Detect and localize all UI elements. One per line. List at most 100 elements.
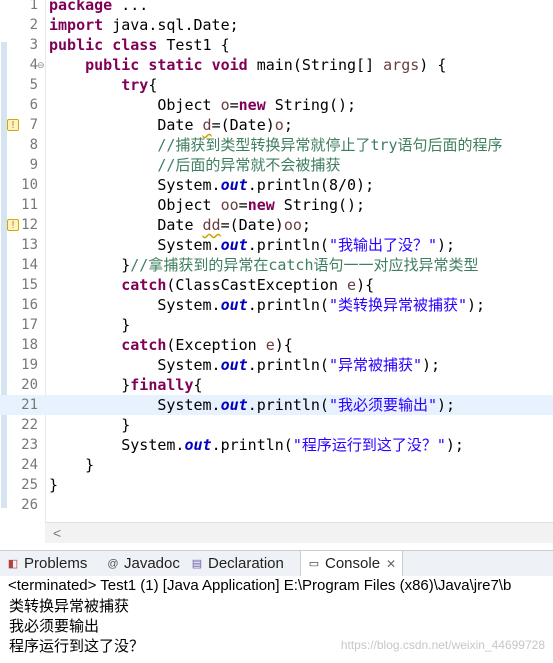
code-text: //后面的异常就不会被捕获: [157, 156, 341, 174]
code-text: package ...: [49, 0, 149, 14]
code-editor[interactable]: 1 package ... 2 import java.sql.Date; 3 publi…: [0, 0, 553, 522]
code-line[interactable]: 13 System.out.println("我输出了没？");: [0, 235, 553, 255]
line-number: 15: [21, 277, 38, 293]
warning-marker-icon[interactable]: !: [7, 219, 19, 231]
code-line[interactable]: 9 //后面的异常就不会被捕获: [0, 155, 553, 175]
line-number: 14: [21, 257, 38, 273]
javadoc-icon: @: [107, 557, 119, 570]
console-output-line: 我必须要输出: [9, 618, 100, 635]
declaration-icon: ▤: [191, 557, 203, 570]
code-text: //捕获到类型转换异常就停止了try语句后面的程序: [157, 136, 503, 154]
line-number: 8: [29, 137, 38, 153]
code-line[interactable]: 7! Date d=(Date)o;: [0, 115, 553, 135]
line-number: 9: [29, 157, 38, 173]
code-text: Object oo=new String();: [49, 196, 366, 214]
code-line[interactable]: 4 ⊖ public static void main(String[] args…: [0, 55, 553, 75]
code-text: System.out.println("我输出了没？");: [49, 236, 456, 254]
tab-declaration[interactable]: ▤ Declaration: [190, 551, 284, 576]
code-text: System.out.println("程序运行到这了没？");: [49, 436, 464, 454]
code-text: public static void main(String[] args) {: [85, 56, 447, 74]
console-icon: ▭: [308, 557, 320, 570]
code-text: }: [49, 476, 59, 494]
code-text: try{: [121, 76, 158, 94]
tab-label: Console: [325, 555, 381, 572]
code-text: Date d=(Date)o;: [49, 116, 293, 134]
code-line[interactable]: 12! Date dd=(Date)oo;: [0, 215, 553, 235]
line-number: 25: [21, 477, 38, 493]
code-line[interactable]: 19 System.out.println("异常被捕获");: [0, 355, 553, 375]
code-text: System.out.println("我必须要输出");: [49, 396, 456, 414]
code-line[interactable]: 21 System.out.println("我必须要输出");: [0, 395, 553, 415]
tab-label: Problems: [24, 555, 88, 572]
line-number: 3: [29, 37, 38, 53]
problems-icon: ◧: [7, 557, 19, 570]
code-line[interactable]: 25}: [0, 475, 553, 495]
code-text: }: [49, 316, 131, 334]
tab-javadoc[interactable]: @ Javadoc: [106, 551, 180, 576]
code-text: import java.sql.Date;: [49, 16, 239, 34]
code-line[interactable]: 26: [0, 495, 553, 515]
line-number: 18: [21, 337, 38, 353]
code-line[interactable]: 1 package ...: [0, 0, 553, 15]
code-text: System.out.println("类转换异常被捕获");: [49, 296, 486, 314]
code-text: System.out.println("异常被捕获");: [49, 356, 441, 374]
line-number: 16: [21, 297, 38, 313]
scroll-left-icon[interactable]: <: [53, 525, 61, 541]
code-text: }//拿捕获到的异常在catch语句一一对应找异常类型: [49, 256, 479, 274]
bottom-panel-tabs: ◧ Problems @ Javadoc ▤ Declaration ▭ Con…: [0, 550, 553, 577]
code-line[interactable]: 22 }: [0, 415, 553, 435]
fold-toggle-icon[interactable]: ⊖: [37, 55, 45, 75]
line-number: 5: [29, 77, 38, 93]
tab-label: Declaration: [208, 555, 284, 572]
close-icon[interactable]: ✕: [386, 557, 396, 571]
code-line[interactable]: 20 }finally{: [0, 375, 553, 395]
code-text: public class Test1 {: [49, 36, 230, 54]
line-number: 1: [29, 0, 38, 13]
code-line[interactable]: 18 catch(Exception e){: [0, 335, 553, 355]
line-number: 23: [21, 437, 38, 453]
code-text: catch(ClassCastException e){: [121, 276, 375, 294]
tab-console[interactable]: ▭ Console ✕: [300, 551, 404, 576]
code-line[interactable]: 5 try{: [0, 75, 553, 95]
line-number: 24: [21, 457, 38, 473]
console-view[interactable]: <terminated> Test1 (1) [Java Application…: [0, 576, 553, 663]
code-text: Object o=new String();: [49, 96, 357, 114]
watermark: https://blog.csdn.net/weixin_44699728: [340, 638, 545, 652]
code-line[interactable]: 14 }//拿捕获到的异常在catch语句一一对应找异常类型: [0, 255, 553, 275]
code-line[interactable]: 23 System.out.println("程序运行到这了没？");: [0, 435, 553, 455]
line-number: 22: [21, 417, 38, 433]
line-number: 13: [21, 237, 38, 253]
console-output-line: 程序运行到这了没？: [9, 638, 145, 655]
code-text: Date dd=(Date)oo;: [49, 216, 311, 234]
console-status: <terminated> Test1 (1) [Java Application…: [8, 577, 512, 594]
code-line[interactable]: 11 Object oo=new String();: [0, 195, 553, 215]
code-text: System.out.println(8/0);: [49, 176, 375, 194]
console-output-line: 类转换异常被捕获: [9, 598, 130, 615]
code-line[interactable]: 2 import java.sql.Date;: [0, 15, 553, 35]
line-number: 2: [29, 17, 38, 33]
line-number: 17: [21, 317, 38, 333]
code-line[interactable]: 15 catch(ClassCastException e){: [0, 275, 553, 295]
code-line[interactable]: 17 }: [0, 315, 553, 335]
code-line[interactable]: 8 //捕获到类型转换异常就停止了try语句后面的程序: [0, 135, 553, 155]
horizontal-scrollbar[interactable]: <: [45, 522, 553, 543]
code-line[interactable]: 6 Object o=new String();: [0, 95, 553, 115]
code-line[interactable]: 3 public class Test1 {: [0, 35, 553, 55]
code-line[interactable]: 24 }: [0, 455, 553, 475]
line-number: 20: [21, 377, 38, 393]
line-number: 10: [21, 177, 38, 193]
code-line[interactable]: 10 System.out.println(8/0);: [0, 175, 553, 195]
code-text: }: [49, 456, 95, 474]
line-number: 26: [21, 497, 38, 513]
line-number: 19: [21, 357, 38, 373]
line-number: 4: [29, 57, 38, 73]
code-text: }finally{: [49, 376, 203, 394]
tab-label: Javadoc: [124, 555, 180, 572]
line-number: 6: [29, 97, 38, 113]
code-line[interactable]: 16 System.out.println("类转换异常被捕获");: [0, 295, 553, 315]
warning-marker-icon[interactable]: !: [7, 119, 19, 131]
line-number: 21: [21, 397, 38, 413]
code-text: catch(Exception e){: [121, 336, 293, 354]
line-number: 11: [21, 197, 38, 213]
tab-problems[interactable]: ◧ Problems: [6, 551, 88, 576]
